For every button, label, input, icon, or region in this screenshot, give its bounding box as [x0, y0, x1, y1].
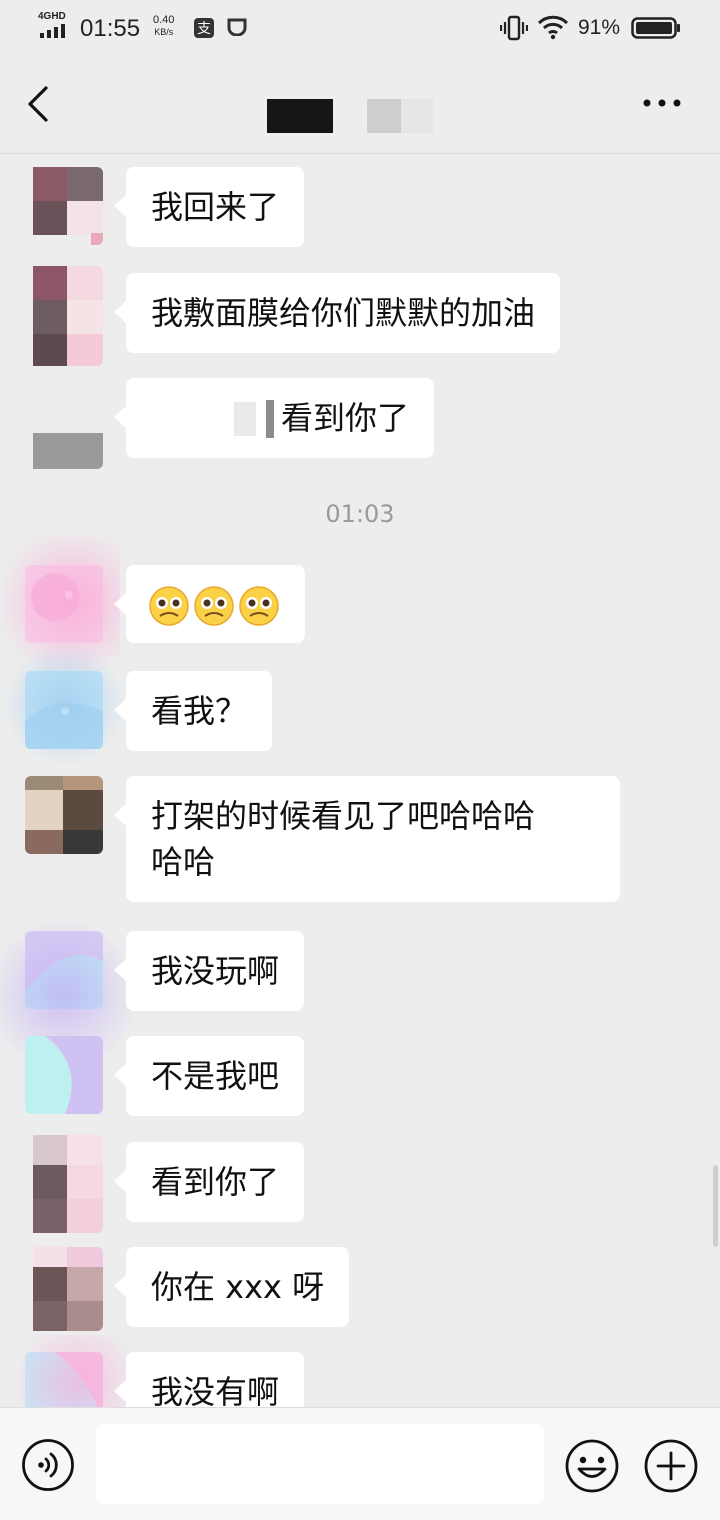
message-text: 我敷面膜给你们默默的加油	[151, 294, 536, 332]
message-bubble[interactable]	[114, 565, 305, 643]
chat-timestamp: 01:03	[325, 500, 395, 528]
avatar[interactable]	[25, 377, 103, 469]
chat-title-redacted-2	[367, 99, 401, 133]
status-bar: 4GHD 01:55 0.40 KB/s 支 91%	[0, 0, 720, 58]
message-text: 我没有啊	[151, 1373, 280, 1407]
voice-icon[interactable]	[21, 1438, 75, 1492]
alipay-icon: 支	[194, 18, 214, 38]
speed-value: 0.40	[153, 14, 175, 26]
app-notification-icon	[227, 18, 247, 36]
svg-text:支: 支	[197, 21, 211, 37]
message-bubble[interactable]: 看到你了	[113, 378, 435, 458]
clock: 01:55	[80, 15, 141, 42]
battery-icon	[631, 17, 680, 39]
wifi-icon	[537, 15, 569, 40]
message-bubble[interactable]: 看我？	[113, 671, 273, 751]
message-bubble[interactable]: 看到你了	[113, 1142, 305, 1222]
message-list[interactable]: 我回来了 我敷面膜给你们默默的加油 看到你了 01:03 看我？ 打架的时候看见…	[0, 155, 720, 1407]
speed-unit: KB/s	[154, 27, 174, 37]
message-text: 不是我吧	[151, 1057, 280, 1095]
message-text: 看到你了	[151, 1163, 280, 1201]
message-text: 看到你了	[281, 399, 410, 437]
signal-icon	[40, 24, 70, 38]
avatar[interactable]	[25, 1135, 103, 1233]
message-text: 我没玩啊	[151, 952, 280, 990]
message-text: 你在 xxx 呀	[151, 1268, 325, 1306]
pleading-face-icon	[149, 586, 189, 626]
message-text: 我回来了	[151, 188, 280, 226]
chat-title-redacted-3	[401, 99, 433, 133]
network-type: 4GHD	[38, 11, 66, 22]
avatar[interactable]	[25, 167, 103, 245]
pleading-face-icon	[194, 586, 234, 626]
redacted-text	[266, 400, 274, 438]
message-text-line2: 哈哈	[151, 843, 216, 881]
chat-header	[0, 58, 720, 154]
chevron-left-icon[interactable]	[24, 84, 54, 124]
vibrate-icon	[500, 15, 528, 41]
message-bubble[interactable]: 我没玩啊	[113, 931, 305, 1011]
avatar[interactable]	[25, 776, 103, 854]
avatar[interactable]	[25, 1036, 103, 1114]
battery-percent: 91%	[578, 16, 621, 39]
sticker-glow	[0, 645, 130, 765]
message-bubble[interactable]: 不是我吧	[113, 1036, 305, 1116]
message-text: 打架的时候看见了吧哈哈哈	[151, 797, 536, 835]
pleading-face-icon	[239, 586, 279, 626]
chat-title-redacted	[267, 99, 333, 133]
message-bubble[interactable]: 我没有啊	[113, 1352, 305, 1407]
redacted-text	[234, 402, 256, 436]
scrollbar[interactable]	[713, 1165, 718, 1247]
message-input[interactable]	[96, 1424, 544, 1504]
message-bubble[interactable]: 打架的时候看见了吧哈哈哈 哈哈	[114, 776, 620, 902]
network-speed: 0.40 KB/s	[153, 14, 174, 38]
message-text: 看我？	[151, 692, 248, 730]
avatar[interactable]	[25, 266, 103, 366]
message-bubble[interactable]: 你在 xxx 呀	[113, 1247, 350, 1327]
input-bar	[0, 1407, 720, 1520]
message-bubble[interactable]: 我敷面膜给你们默默的加油	[113, 273, 561, 353]
smiley-icon[interactable]	[564, 1438, 620, 1494]
plus-circle-icon[interactable]	[643, 1438, 699, 1494]
avatar[interactable]	[25, 1247, 103, 1331]
message-bubble[interactable]: 我回来了	[113, 167, 305, 247]
ellipsis-icon[interactable]	[640, 88, 684, 118]
